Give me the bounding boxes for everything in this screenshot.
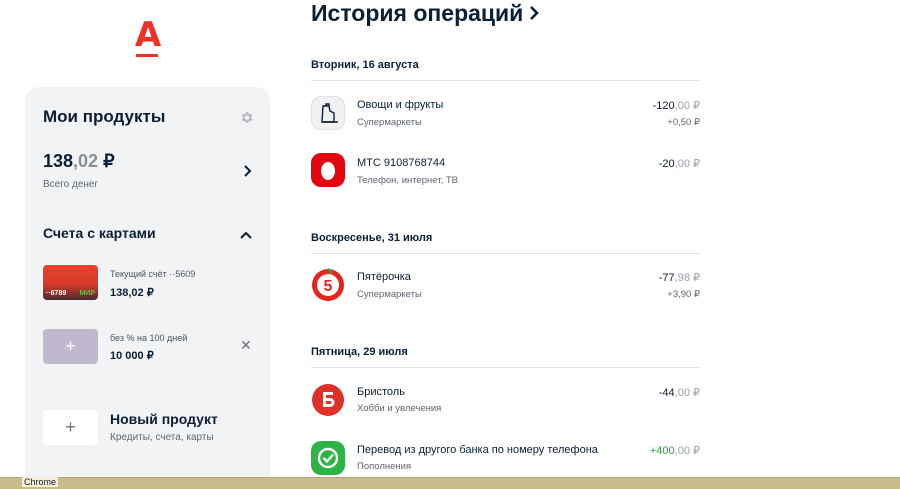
alfa-bank-page: А Мои продукты 138,02 ₽ Всего денег Счет…: [0, 0, 900, 489]
amount-integer: -120: [652, 100, 675, 112]
operation-category: Пополнения: [357, 461, 412, 472]
new-product-subtitle: Кредиты, счета, карты: [110, 432, 214, 443]
mir-logo: МИР: [79, 290, 95, 297]
account-balance: 138,02 ₽: [110, 287, 154, 299]
operation-category: Телефон, интернет, ТВ: [357, 175, 458, 186]
amount-kopecks: ,00 ₽: [674, 445, 700, 457]
day-header: Вторник, 16 августа: [311, 59, 419, 71]
history-title-link[interactable]: История операций: [311, 0, 540, 27]
cashback-amount: +0,50 ₽: [667, 117, 700, 128]
amount-kopecks: ,98 ₽: [674, 272, 700, 284]
operation-name[interactable]: Перевод из другого банка по номеру телеф…: [357, 444, 598, 456]
operation-category: Супермаркеты: [357, 289, 422, 300]
operation-name[interactable]: МТС 9108768744: [357, 157, 445, 169]
taskbar: Chrome: [0, 477, 900, 489]
operation-name[interactable]: Пятёрочка: [357, 271, 411, 283]
new-product-button[interactable]: +: [43, 410, 98, 445]
operation-amount: -44,00 ₽: [659, 386, 700, 399]
chevron-up-icon[interactable]: [239, 227, 253, 239]
bristol-logo-icon: [311, 383, 345, 417]
operation-name[interactable]: Бристоль: [357, 386, 405, 398]
pyaterochka-logo-icon: 5: [311, 268, 345, 302]
chevron-right-icon: [529, 0, 540, 27]
mts-logo-icon: [311, 153, 345, 187]
logo-letter: А: [134, 15, 162, 55]
divider: [311, 253, 700, 254]
total-balance-caption: Всего денег: [43, 179, 99, 190]
new-product-title[interactable]: Новый продукт: [110, 411, 218, 427]
products-panel: Мои продукты 138,02 ₽ Всего денег Счета …: [25, 87, 270, 489]
account-balance: 10 000 ₽: [110, 350, 154, 362]
card-number: ··6789: [46, 290, 67, 297]
amount-integer: +400: [649, 445, 675, 457]
amount-integer: -20: [658, 158, 675, 170]
svg-text:5: 5: [324, 278, 333, 295]
close-icon[interactable]: ✕: [240, 338, 252, 352]
sbp-check-icon: [311, 441, 345, 475]
card-thumbnail[interactable]: ··6789 МИР: [43, 265, 98, 300]
operation-category: Хобби и увлечения: [357, 403, 442, 414]
amount-integer: -44: [658, 387, 675, 399]
total-balance-currency: ₽: [98, 151, 115, 171]
operation-category: Супермаркеты: [357, 117, 422, 128]
amount-integer: -77: [658, 272, 675, 284]
operation-amount: -120,00 ₽: [653, 99, 700, 112]
total-balance[interactable]: 138,02 ₽: [43, 151, 115, 172]
divider: [311, 80, 700, 81]
account-name[interactable]: Текущий счёт ··5609: [110, 269, 195, 279]
history-title: История операций: [311, 0, 524, 26]
plus-icon: +: [65, 417, 76, 437]
operation-amount: -77,98 ₽: [659, 271, 700, 284]
gear-icon[interactable]: [239, 110, 254, 125]
amount-kopecks: ,00 ₽: [674, 158, 700, 170]
divider: [311, 367, 700, 368]
chevron-right-icon[interactable]: [243, 164, 253, 177]
logo-underline: [136, 54, 158, 57]
operation-name[interactable]: Овощи и фрукты: [357, 99, 443, 111]
taskbar-chrome-label[interactable]: Chrome: [22, 477, 59, 487]
products-title: Мои продукты: [43, 107, 166, 126]
alfa-bank-logo[interactable]: А: [118, 15, 178, 72]
operation-amount: +400,00 ₽: [650, 444, 700, 457]
accounts-section-title: Счета с картами: [43, 225, 156, 241]
day-header: Пятница, 29 июля: [311, 346, 408, 358]
operation-amount: -20,00 ₽: [659, 157, 700, 170]
total-balance-kopecks: ,02: [73, 151, 99, 171]
cashback-amount: +3,90 ₽: [667, 289, 700, 300]
amount-kopecks: ,00 ₽: [674, 387, 700, 399]
plus-icon[interactable]: +: [43, 329, 98, 364]
amount-kopecks: ,00 ₽: [674, 100, 700, 112]
total-balance-integer: 138: [43, 151, 74, 171]
day-header: Воскресенье, 31 июля: [311, 232, 433, 244]
account-name[interactable]: без % на 100 дней: [110, 333, 187, 343]
vegetables-icon: [311, 96, 345, 130]
